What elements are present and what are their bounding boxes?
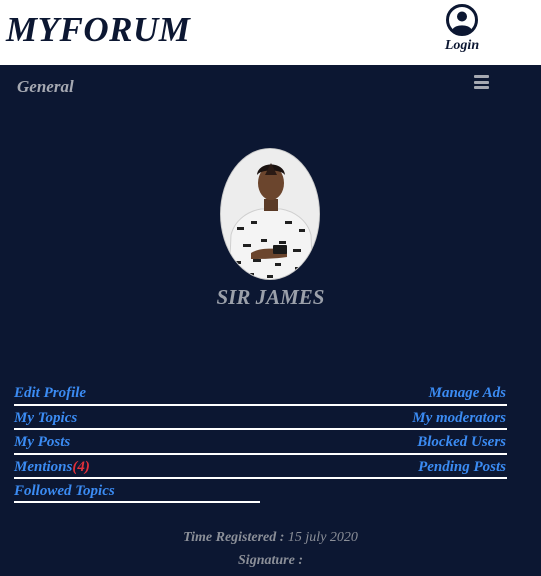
time-registered: Time Registered : 15 july 2020: [0, 530, 541, 546]
divider: [14, 404, 507, 406]
divider: [14, 501, 260, 503]
mentions-count-badge: (4): [72, 459, 90, 475]
avatar: [220, 148, 320, 280]
manage-ads-link[interactable]: Manage Ads: [429, 385, 506, 402]
my-moderators-link[interactable]: My moderators: [412, 410, 506, 427]
profile-photo: [221, 149, 319, 279]
mentions-link[interactable]: Mentions(4): [14, 459, 90, 476]
time-registered-label: Time Registered :: [183, 530, 285, 545]
blocked-users-link[interactable]: Blocked Users: [417, 434, 506, 451]
section-label: General: [17, 77, 74, 96]
edit-profile-link[interactable]: Edit Profile: [14, 385, 86, 402]
pending-posts-link[interactable]: Pending Posts: [418, 459, 506, 476]
site-title[interactable]: MYFORUM: [6, 10, 190, 50]
hamburger-menu-icon[interactable]: [474, 75, 489, 89]
section-bar: General: [0, 65, 541, 105]
divider: [14, 477, 507, 479]
user-circle-icon: [446, 4, 478, 36]
signature: Signature :: [0, 553, 541, 569]
profile-username: SIR JAMES: [216, 285, 325, 309]
time-registered-value: 15 july 2020: [287, 530, 358, 545]
signature-label: Signature :: [238, 553, 303, 568]
login-button[interactable]: Login: [440, 4, 484, 54]
my-topics-link[interactable]: My Topics: [14, 410, 77, 427]
divider: [14, 428, 507, 430]
my-posts-link[interactable]: My Posts: [14, 434, 70, 451]
top-bar: MYFORUM Login: [0, 0, 541, 65]
divider: [14, 453, 507, 455]
login-label: Login: [444, 38, 480, 53]
followed-topics-link[interactable]: Followed Topics: [14, 483, 115, 500]
mentions-label: Mentions: [14, 459, 73, 475]
